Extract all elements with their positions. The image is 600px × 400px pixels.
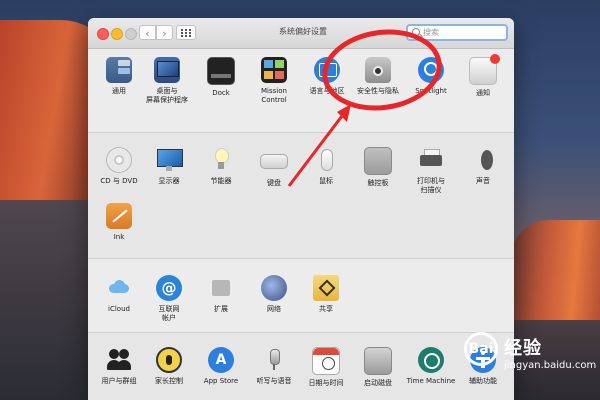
pref-time-machine[interactable]: Time Machine — [405, 347, 457, 386]
show-all-button[interactable] — [176, 25, 196, 40]
arrow-shaft — [287, 111, 347, 187]
pref-label: 打印机与 扫描仪 — [417, 177, 445, 194]
pref-label: 听写与语音 — [256, 377, 292, 385]
wallpaper-rock-left-shadow — [0, 200, 100, 400]
pref-sharing[interactable]: 共享 — [300, 275, 352, 314]
pref-label: Dock — [212, 89, 230, 97]
watermark-text: 经验 — [504, 338, 542, 359]
pref-users-groups[interactable]: 用户与群组 — [93, 347, 145, 386]
pref-mission-control[interactable]: Mission Control — [248, 57, 300, 105]
pref-label: 用户与群组 — [101, 377, 137, 385]
calendar-clock-icon — [312, 347, 340, 375]
pref-parental-controls[interactable]: 家长控制 — [143, 347, 195, 386]
back-button[interactable]: ‹ — [139, 25, 156, 40]
pref-label: 通用 — [112, 87, 126, 95]
pref-label: 节能器 — [210, 177, 232, 185]
pref-desktop-screensaver[interactable]: 桌面与 屏幕保护程序 — [141, 57, 193, 105]
pref-network[interactable]: 网络 — [248, 275, 300, 314]
pref-printers-scanners[interactable]: 打印机与 扫描仪 — [405, 147, 457, 195]
pref-dictation-speech[interactable]: 听写与语音 — [248, 347, 300, 386]
at-sign-icon: @ — [156, 275, 182, 301]
pref-notifications[interactable]: 通知 — [457, 54, 509, 98]
users-icon — [106, 347, 132, 373]
pref-label: 扩展 — [214, 305, 228, 313]
pref-cd-dvd[interactable]: CD 与 DVD — [93, 147, 145, 186]
network-globe-icon — [261, 275, 287, 301]
display-icon — [156, 147, 183, 173]
keyboard-icon — [260, 154, 288, 169]
parental-controls-icon — [156, 347, 182, 373]
search-placeholder: 搜索 — [423, 28, 439, 37]
pref-label: 桌面与 屏幕保护程序 — [146, 87, 188, 104]
desktop-screensaver-icon — [154, 57, 180, 83]
annotation-arrow — [287, 104, 351, 187]
speaker-icon — [470, 147, 496, 173]
pref-label: 共享 — [319, 305, 333, 313]
pref-label: 启动磁盘 — [364, 379, 392, 387]
ink-pen-icon — [106, 203, 132, 229]
zoom-button[interactable] — [125, 28, 137, 40]
icloud-icon — [106, 275, 132, 301]
hard-disk-icon — [364, 347, 392, 375]
pref-label: 声音 — [476, 177, 490, 185]
pref-icloud[interactable]: iCloud — [93, 275, 145, 314]
pref-label: iCloud — [108, 305, 130, 313]
trackpad-icon — [364, 147, 392, 175]
notifications-icon — [469, 54, 500, 85]
watermark-url: jingyan.baidu.com — [504, 360, 597, 371]
pref-app-store[interactable]: A App Store — [195, 347, 247, 386]
general-icon — [106, 57, 132, 83]
pref-label: 网络 — [267, 305, 281, 313]
window-title: 系统偏好设置 — [279, 27, 327, 36]
disc-icon — [106, 147, 132, 173]
pref-label: Time Machine — [406, 377, 456, 385]
pref-label: 触控板 — [367, 179, 389, 187]
forward-button[interactable]: › — [156, 25, 173, 40]
time-machine-icon — [418, 347, 444, 373]
pref-extensions[interactable]: 扩展 — [195, 275, 247, 314]
pref-label: 显示器 — [158, 177, 180, 185]
mission-control-icon — [261, 57, 287, 83]
baidu-paw-icon: Bai — [464, 332, 498, 366]
pref-date-time[interactable]: 日期与时间 — [300, 347, 352, 388]
pref-label: Ink — [113, 233, 125, 241]
system-preferences-window: ‹ › 系统偏好设置 搜索 通用 桌面与 屏幕保护程序 Dock Mission… — [88, 18, 514, 400]
pref-ink[interactable]: Ink — [93, 203, 145, 242]
pref-label: 互联网 帐户 — [158, 305, 180, 322]
pref-sound[interactable]: 声音 — [457, 147, 509, 186]
pref-label: 日期与时间 — [308, 379, 344, 387]
pref-startup-disk[interactable]: 启动磁盘 — [352, 347, 404, 388]
lightbulb-icon — [208, 147, 234, 173]
pref-energy-saver[interactable]: 节能器 — [195, 147, 247, 186]
pref-internet-accounts[interactable]: @ 互联网 帐户 — [143, 275, 195, 323]
minimize-button[interactable] — [111, 28, 123, 40]
pref-label: 通知 — [476, 89, 490, 97]
baidu-jingyan-watermark: Bai 经验 jingyan.baidu.com — [464, 330, 597, 390]
pref-general[interactable]: 通用 — [93, 57, 145, 96]
pref-label: App Store — [203, 377, 239, 385]
pref-trackpad[interactable]: 触控板 — [352, 147, 404, 188]
titlebar: ‹ › 系统偏好设置 搜索 — [88, 18, 514, 49]
section-internet-wireless: iCloud @ 互联网 帐户 扩展 网络 共享 — [88, 259, 514, 333]
pref-label: 家长控制 — [155, 377, 183, 385]
pref-displays[interactable]: 显示器 — [143, 147, 195, 186]
puzzle-piece-icon — [208, 275, 234, 301]
microphone-icon — [261, 347, 287, 373]
section-system: 用户与群组 家长控制 A App Store 听写与语音 日期与时间 启动磁盘 — [88, 333, 514, 400]
printer-icon — [418, 147, 444, 173]
app-store-icon: A — [208, 347, 234, 373]
pref-dock[interactable]: Dock — [195, 57, 247, 98]
sharing-folder-icon — [313, 275, 339, 301]
close-button[interactable] — [97, 28, 109, 40]
dock-icon — [207, 57, 235, 85]
pref-label: CD 与 DVD — [100, 177, 138, 185]
